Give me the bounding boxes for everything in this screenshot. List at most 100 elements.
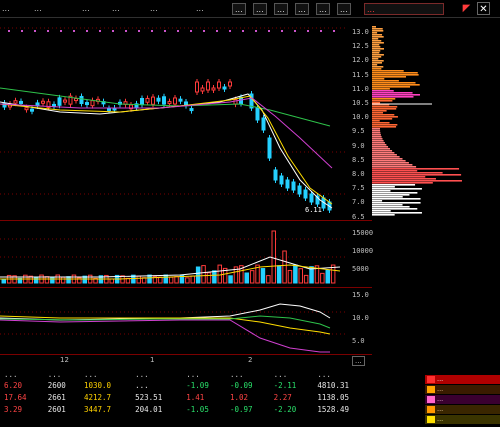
chip-bar: [372, 116, 398, 118]
table-row[interactable]: 3.29 2601 3447.7 204.01 -1.05 -0.97 -2.2…: [0, 403, 372, 415]
table-cell: 3.29: [4, 404, 23, 414]
chip-bar: [372, 148, 390, 150]
chip-bar: [372, 186, 395, 188]
table-cell: -1.09: [186, 380, 209, 390]
volume-bar: [244, 272, 249, 284]
tab-1[interactable]: ...: [2, 1, 10, 16]
candle-body: [140, 97, 144, 105]
chip-bar: [372, 114, 395, 116]
col-header[interactable]: ...: [182, 369, 226, 379]
chip-bar: [372, 92, 413, 94]
indicator-panel[interactable]: [0, 288, 348, 354]
chip-bar: [372, 142, 385, 144]
marker-dot: [190, 30, 192, 32]
tab-6[interactable]: ...: [196, 1, 204, 16]
chip-distribution-panel: [372, 18, 500, 220]
volume-panel[interactable]: [0, 221, 348, 287]
toolbar-button-1[interactable]: ...: [232, 3, 246, 15]
chip-bar: [372, 48, 384, 50]
chip-bar: [372, 208, 418, 210]
toolbar-button-3[interactable]: ...: [274, 3, 288, 15]
toolbar-button-6[interactable]: ...: [337, 3, 351, 15]
col-header[interactable]: ...: [131, 369, 182, 379]
tab-4[interactable]: ...: [112, 1, 120, 16]
close-icon[interactable]: ✕: [477, 2, 490, 15]
marker-dot: [21, 30, 23, 32]
chip-bar: [372, 94, 420, 96]
chip-distribution-chart: [372, 26, 462, 216]
volume-bar: [212, 270, 217, 284]
col-header[interactable]: ...: [44, 369, 80, 379]
col-header[interactable]: ...: [270, 369, 314, 379]
volume-bar: [174, 276, 179, 284]
panel-separator-3: [0, 354, 372, 355]
chip-bar: [372, 124, 398, 126]
marker-dot: [242, 30, 244, 32]
marker-dot: [8, 30, 10, 32]
chip-bar: [372, 32, 378, 34]
col-header[interactable]: ...: [226, 369, 270, 379]
tab-5[interactable]: ...: [150, 1, 158, 16]
volume-chart: [0, 230, 348, 284]
price-panel[interactable]: [0, 18, 348, 220]
date-tick-label: 2: [248, 356, 253, 364]
date-tick-label: 12: [60, 356, 69, 364]
tab-3[interactable]: ...: [82, 1, 90, 16]
price-tick-label: 12.0: [352, 56, 369, 65]
volume-bar: [1, 278, 6, 284]
chip-bar: [372, 134, 381, 136]
toolbar-button-4[interactable]: ...: [295, 3, 309, 15]
table-cell: 1030.0: [83, 380, 112, 390]
legend-row: ...: [425, 385, 500, 394]
toolbar-button-active[interactable]: ...: [364, 3, 444, 15]
table-cell: -0.09: [229, 380, 253, 390]
chip-bar: [372, 210, 391, 212]
candle-body: [273, 169, 278, 181]
legend-row: ...: [425, 375, 500, 384]
period-label[interactable]: ...: [352, 356, 365, 366]
table-row[interactable]: 17.64 2661 4212.7 523.51 1.41 1.02 2.27 …: [0, 391, 372, 403]
chip-bar: [372, 84, 420, 86]
marker-dot: [99, 30, 101, 32]
table-cell: 2600: [47, 380, 66, 390]
candle-body: [167, 101, 172, 105]
candle-body: [107, 107, 111, 111]
toolbar-button-5[interactable]: ...: [316, 3, 330, 15]
chip-bar: [372, 154, 397, 156]
chip-bar: [372, 202, 421, 204]
toolbar-button-2[interactable]: ...: [253, 3, 267, 15]
chip-bar: [372, 98, 396, 100]
legend-row: ...: [425, 395, 500, 404]
col-header[interactable]: ...: [0, 369, 44, 379]
volume-bar: [60, 276, 66, 284]
tab-2[interactable]: ...: [34, 1, 42, 16]
volume-tick-label: 15000: [352, 229, 374, 237]
marker-dot: [164, 30, 166, 32]
chip-bar: [372, 212, 422, 214]
col-header[interactable]: ...: [313, 369, 372, 379]
marker-dot: [320, 30, 322, 32]
legend-swatch: [427, 386, 435, 393]
candle-body: [30, 108, 34, 112]
price-tick-label: 8.5: [352, 155, 365, 164]
price-tick-label: 6.5: [352, 212, 365, 221]
marker-dot: [34, 30, 36, 32]
price-tick-label: 10.5: [352, 99, 369, 107]
price-tick-label: 8.0: [352, 170, 365, 178]
low-price-label: 6.11: [305, 206, 322, 214]
legend-swatch: [427, 376, 435, 383]
volume-bar: [249, 270, 255, 284]
flag-icon[interactable]: ◤: [460, 2, 473, 15]
candle-body: [13, 100, 18, 104]
chip-bar: [372, 192, 418, 194]
col-header[interactable]: ...: [80, 369, 131, 379]
marker-dot: [229, 30, 231, 32]
legend-text: ...: [437, 405, 444, 413]
chip-bar: [372, 200, 383, 202]
marker-dot: [307, 30, 309, 32]
chip-bar: [372, 162, 409, 164]
table-row[interactable]: 6.20 2600 1030.0 ... -1.09 -0.09 -2.11 4…: [0, 379, 372, 391]
candle-body: [217, 81, 221, 89]
ma-line-white: [0, 93, 333, 209]
candle-body: [85, 102, 89, 106]
